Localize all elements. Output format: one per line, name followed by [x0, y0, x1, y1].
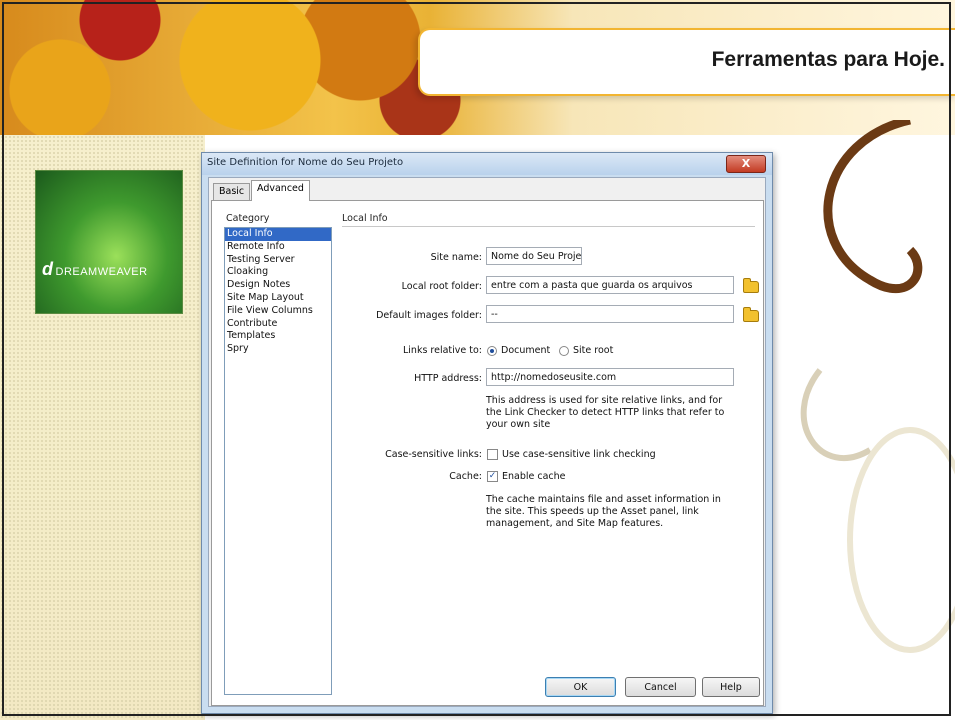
- category-item-contribute[interactable]: Contribute: [225, 318, 331, 331]
- decorative-swirl: [800, 120, 955, 653]
- case-sensitive-links-label: Case-sensitive links:: [385, 449, 482, 460]
- dreamweaver-logo: d DREAMWEAVER: [35, 170, 183, 314]
- http-address-note: This address is used for site relative l…: [486, 395, 725, 430]
- dreamweaver-logo-text: d DREAMWEAVER: [42, 259, 148, 279]
- cache-note: The cache maintains file and asset infor…: [486, 494, 721, 529]
- presentation-slide: Ferramentas para Hoje. d DREAMWEAVER Site…: [0, 0, 955, 720]
- advanced-tab-panel: Category Local Info Remote Info Testing …: [211, 200, 764, 706]
- case-sensitive-checkbox[interactable]: [487, 449, 498, 460]
- links-relative-label: Links relative to:: [402, 345, 482, 356]
- cache-label: Cache:: [449, 471, 482, 482]
- local-root-folder-label: Local root folder:: [401, 281, 482, 292]
- category-item-templates[interactable]: Templates: [225, 330, 331, 343]
- local-root-folder-input[interactable]: entre com a pasta que guarda os arquivos: [486, 276, 734, 294]
- dialog-title: Site Definition for Nome do Seu Projeto: [207, 157, 404, 168]
- category-item-testing-server[interactable]: Testing Server: [225, 254, 331, 267]
- tab-advanced[interactable]: Advanced: [251, 180, 310, 201]
- category-item-spry[interactable]: Spry: [225, 343, 331, 356]
- browse-folder-icon[interactable]: [743, 278, 759, 293]
- close-icon: X: [741, 157, 751, 170]
- browse-folder-icon[interactable]: [743, 307, 759, 322]
- category-item-design-notes[interactable]: Design Notes: [225, 279, 331, 292]
- category-list[interactable]: Local Info Remote Info Testing Server Cl…: [224, 227, 332, 695]
- category-item-site-map-layout[interactable]: Site Map Layout: [225, 292, 331, 305]
- links-site-root-radio[interactable]: [559, 346, 569, 356]
- section-label: Local Info: [342, 213, 388, 224]
- category-item-file-view-columns[interactable]: File View Columns: [225, 305, 331, 318]
- cancel-button[interactable]: Cancel: [625, 677, 696, 697]
- tab-basic[interactable]: Basic: [213, 183, 251, 200]
- title-banner: Ferramentas para Hoje.: [418, 28, 955, 96]
- default-images-folder-label: Default images folder:: [376, 310, 482, 321]
- category-item-cloaking[interactable]: Cloaking: [225, 266, 331, 279]
- dialog-titlebar[interactable]: Site Definition for Nome do Seu Projeto …: [202, 153, 772, 175]
- links-site-root-label[interactable]: Site root: [573, 345, 613, 356]
- case-sensitive-option-label[interactable]: Use case-sensitive link checking: [502, 449, 656, 460]
- category-label: Category: [226, 213, 270, 224]
- category-item-remote-info[interactable]: Remote Info: [225, 241, 331, 254]
- enable-cache-label[interactable]: Enable cache: [502, 471, 566, 482]
- site-name-label: Site name:: [430, 252, 482, 263]
- site-name-input[interactable]: Nome do Seu Projet: [486, 247, 582, 265]
- category-item-local-info[interactable]: Local Info: [225, 228, 331, 241]
- site-definition-dialog: Site Definition for Nome do Seu Projeto …: [201, 152, 773, 714]
- slide-title: Ferramentas para Hoje.: [711, 48, 945, 71]
- section-divider: [342, 226, 755, 227]
- dialog-client-area: Basic Advanced Category Local Info Remot…: [208, 177, 766, 707]
- ok-button[interactable]: OK: [545, 677, 616, 697]
- http-address-label: HTTP address:: [414, 373, 482, 384]
- http-address-input[interactable]: http://nomedoseusite.com: [486, 368, 734, 386]
- links-document-label[interactable]: Document: [501, 345, 550, 356]
- enable-cache-checkbox[interactable]: ✓: [487, 471, 498, 482]
- default-images-folder-input[interactable]: --: [486, 305, 734, 323]
- links-document-radio[interactable]: [487, 346, 497, 356]
- close-button[interactable]: X: [726, 155, 766, 173]
- help-button[interactable]: Help: [702, 677, 760, 697]
